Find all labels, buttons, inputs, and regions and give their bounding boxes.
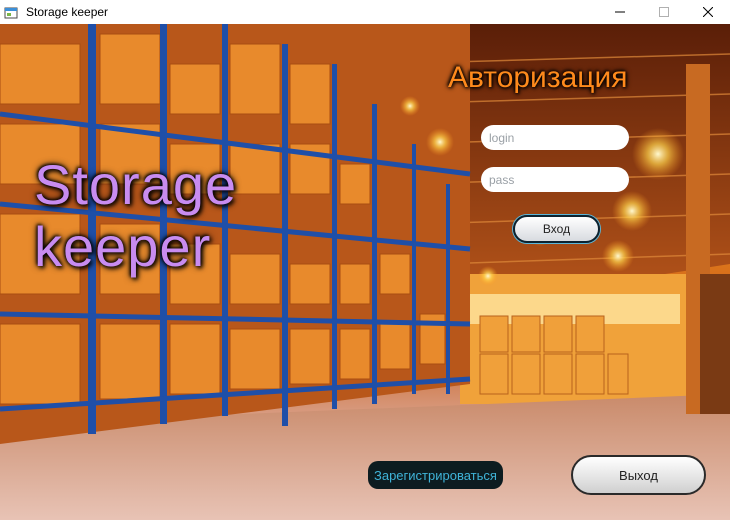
login-input[interactable] [481, 125, 629, 150]
minimize-button[interactable] [598, 0, 642, 24]
close-icon [703, 7, 713, 17]
brand-line-2: keeper [34, 215, 212, 278]
app-window: Storage keeper Storage keeper Авторизаци… [0, 0, 730, 520]
close-button[interactable] [686, 0, 730, 24]
maximize-icon [659, 7, 669, 17]
app-window-icon [4, 5, 18, 19]
maximize-button[interactable] [642, 0, 686, 24]
register-link-label: Зарегистрироваться [374, 467, 497, 483]
window-controls [598, 0, 730, 24]
login-button[interactable]: Вход [513, 215, 600, 243]
window-title: Storage keeper [26, 5, 109, 19]
brand-line-1: Storage [34, 153, 238, 216]
auth-heading: Авторизация [448, 61, 628, 94]
login-button-label: Вход [542, 222, 571, 236]
password-input[interactable] [481, 167, 629, 192]
title-bar[interactable]: Storage keeper [0, 0, 730, 24]
warehouse-background: Storage keeper Авторизация Вход Зарегист… [0, 24, 730, 520]
register-link[interactable]: Зарегистрироваться [368, 461, 503, 489]
exit-button-label: Выход [619, 467, 658, 483]
app-brand-title: Storage keeper [34, 154, 237, 278]
exit-button[interactable]: Выход [571, 455, 706, 495]
minimize-icon [615, 11, 625, 13]
